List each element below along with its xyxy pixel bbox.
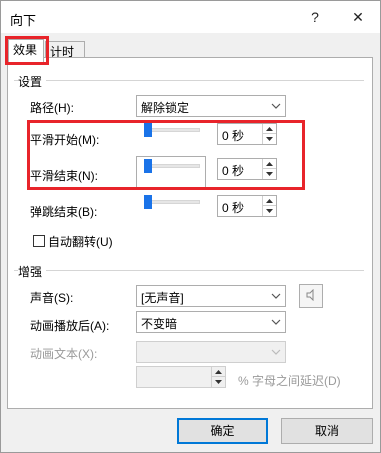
enhance-group-title: 增强: [18, 263, 47, 280]
bounce-end-label: 弹跳结束(B):: [30, 205, 98, 219]
bounce-end-slider-thumb[interactable]: [144, 195, 152, 209]
title-bar: 向下 ? ✕: [1, 1, 380, 33]
path-select[interactable]: 解除锁定: [136, 95, 286, 117]
bounce-end-value: 0 秒: [222, 201, 245, 215]
spin-up-icon[interactable]: [263, 196, 276, 206]
sound-settings-button[interactable]: [299, 284, 323, 308]
dialog-title: 向下: [10, 13, 37, 28]
cancel-button[interactable]: 取消: [281, 418, 373, 444]
after-animation-value: 不变暗: [141, 317, 178, 331]
smoothing-highlight-box: [27, 120, 305, 190]
animate-text-select[interactable]: [136, 341, 286, 363]
close-button[interactable]: ✕: [344, 5, 372, 29]
after-animation-label: 动画播放后(A):: [30, 319, 110, 333]
chevron-down-icon: [267, 286, 285, 306]
bounce-end-slider-track: [144, 200, 200, 204]
spin-down-icon[interactable]: [263, 206, 276, 216]
path-label: 路径(H):: [30, 101, 74, 115]
enhance-group-line: [14, 270, 364, 271]
speaker-icon: [305, 288, 317, 304]
sound-select[interactable]: [无声音]: [136, 285, 286, 307]
sound-value: [无声音]: [141, 291, 184, 305]
spin-up-icon[interactable]: [212, 367, 225, 377]
chevron-down-icon: [267, 342, 285, 362]
settings-group-line: [14, 80, 364, 81]
tab-highlight-box: [5, 36, 49, 65]
animate-text-label: 动画文本(X):: [30, 347, 98, 361]
letter-delay-spin-buttons: [211, 367, 225, 387]
ok-button[interactable]: 确定: [177, 418, 268, 444]
after-animation-select[interactable]: 不变暗: [136, 311, 286, 333]
help-button[interactable]: ?: [301, 5, 329, 29]
chevron-down-icon: [267, 312, 285, 332]
animation-effect-dialog: 向下 ? ✕ 效果 计时 设置 路径(H): 解除锁定 平滑开始(M): 0 秒: [0, 0, 381, 453]
letter-delay-suffix: % 字母之间延迟(D): [238, 374, 341, 388]
auto-reverse-checkbox[interactable]: [33, 235, 45, 247]
auto-reverse-label[interactable]: 自动翻转(U): [48, 233, 113, 250]
effect-panel: 设置 路径(H): 解除锁定 平滑开始(M): 0 秒 平滑结束(N): 0 秒: [7, 57, 373, 409]
settings-group-title: 设置: [18, 73, 47, 90]
path-value: 解除锁定: [141, 101, 190, 115]
bounce-end-spinner[interactable]: 0 秒: [217, 195, 277, 217]
chevron-down-icon: [267, 96, 285, 116]
bounce-end-spin-buttons: [262, 196, 276, 216]
sound-label: 声音(S):: [30, 291, 74, 305]
letter-delay-spinner[interactable]: [136, 366, 226, 388]
spin-down-icon[interactable]: [212, 377, 225, 387]
